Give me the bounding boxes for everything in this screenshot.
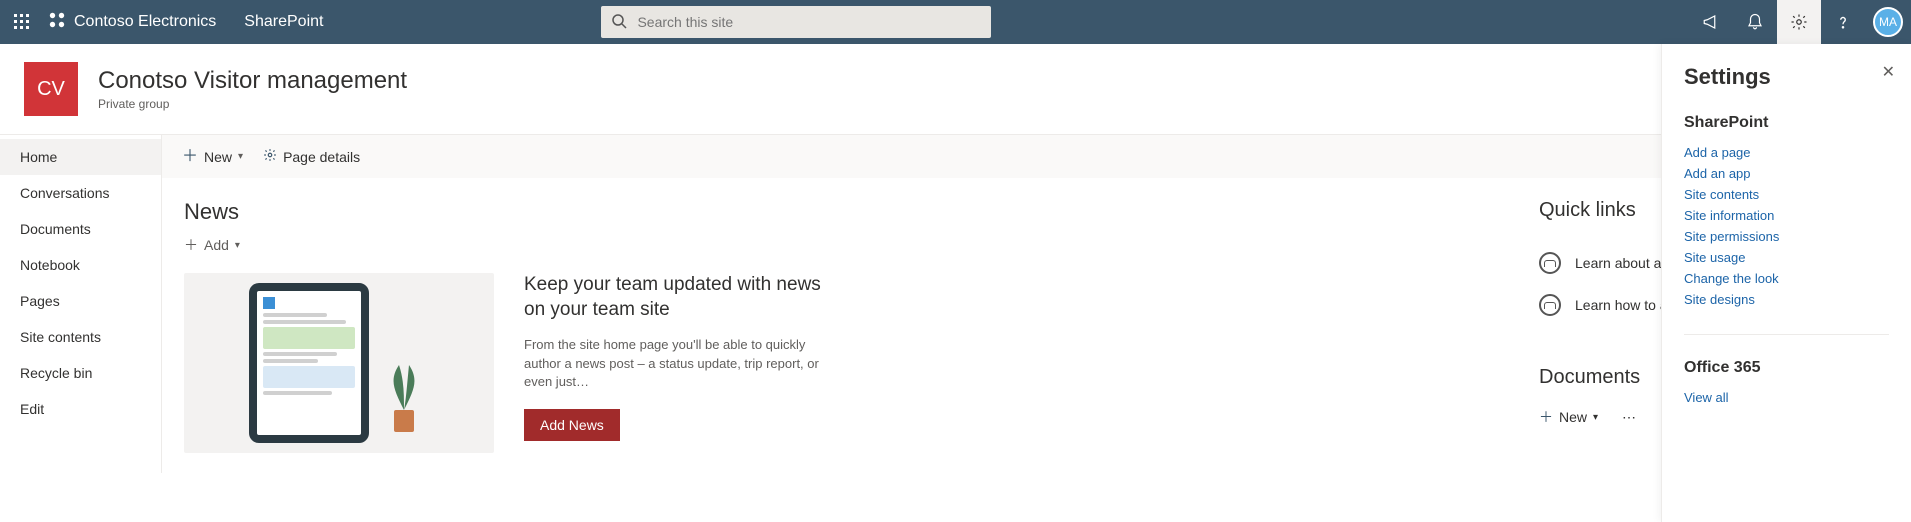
- settings-link[interactable]: Add an app: [1684, 163, 1889, 184]
- cmd-page-details-label: Page details: [283, 149, 360, 165]
- search-icon: [611, 13, 627, 32]
- main-area: ＋ New ▾ Page details News ＋ Add ▾: [162, 135, 1911, 473]
- plus-icon: ＋: [182, 149, 198, 165]
- plant-illustration: [379, 360, 429, 443]
- search-wrap: [601, 6, 991, 38]
- left-nav: Home Conversations Documents Notebook Pa…: [0, 135, 162, 473]
- settings-link[interactable]: Add a page: [1684, 142, 1889, 163]
- news-add-label: Add: [204, 237, 229, 253]
- content-row: Home Conversations Documents Notebook Pa…: [0, 134, 1911, 473]
- site-subtitle: Private group: [98, 97, 407, 111]
- cmd-page-details[interactable]: Page details: [263, 148, 360, 165]
- chevron-down-icon: ▾: [235, 240, 240, 251]
- suite-bar-right: MA: [1689, 0, 1911, 44]
- settings-gear-icon[interactable]: [1777, 0, 1821, 44]
- settings-link[interactable]: Site information: [1684, 205, 1889, 226]
- megaphone-icon[interactable]: [1689, 0, 1733, 44]
- documents-more[interactable]: ⋯: [1622, 409, 1636, 426]
- tablet-illustration: [249, 283, 369, 443]
- notifications-icon[interactable]: [1733, 0, 1777, 44]
- org-name: Contoso Electronics: [74, 13, 216, 31]
- globe-icon: [1539, 294, 1561, 316]
- app-launcher-icon[interactable]: [0, 0, 44, 44]
- site-title[interactable]: Conotso Visitor management: [98, 67, 407, 95]
- page-body: News ＋ Add ▾: [162, 179, 1911, 473]
- chevron-down-icon: ▾: [238, 151, 243, 162]
- add-news-button[interactable]: Add News: [524, 409, 620, 441]
- site-header: CV Conotso Visitor management Private gr…: [0, 44, 1911, 134]
- settings-link[interactable]: Change the look: [1684, 268, 1889, 289]
- settings-links-sharepoint: Add a page Add an app Site contents Site…: [1684, 142, 1889, 310]
- panel-divider: [1684, 334, 1889, 335]
- close-icon[interactable]: ✕: [1882, 62, 1895, 82]
- nav-site-contents[interactable]: Site contents: [0, 319, 161, 355]
- news-section: News ＋ Add ▾: [184, 199, 1479, 453]
- command-bar: ＋ New ▾ Page details: [162, 135, 1911, 179]
- settings-link[interactable]: Site permissions: [1684, 226, 1889, 247]
- app-name[interactable]: SharePoint: [226, 13, 341, 31]
- news-title: Keep your team updated with news on your…: [524, 273, 844, 322]
- settings-links-o365: View all: [1684, 387, 1889, 408]
- news-body: From the site home page you'll be able t…: [524, 336, 844, 391]
- documents-new-label: New: [1559, 409, 1587, 425]
- nav-home[interactable]: Home: [0, 139, 161, 175]
- settings-link[interactable]: Site usage: [1684, 247, 1889, 268]
- nav-documents[interactable]: Documents: [0, 211, 161, 247]
- settings-link[interactable]: View all: [1684, 387, 1889, 408]
- site-logo[interactable]: CV: [24, 62, 78, 116]
- settings-title: Settings: [1684, 64, 1889, 90]
- nav-conversations[interactable]: Conversations: [0, 175, 161, 211]
- cmd-new-label: New: [204, 149, 232, 165]
- nav-recycle-bin[interactable]: Recycle bin: [0, 355, 161, 391]
- chevron-down-icon: ▾: [1593, 412, 1598, 423]
- globe-icon: [1539, 252, 1561, 274]
- settings-link[interactable]: Site contents: [1684, 184, 1889, 205]
- settings-panel: ✕ Settings SharePoint Add a page Add an …: [1661, 44, 1911, 522]
- nav-pages[interactable]: Pages: [0, 283, 161, 319]
- news-text: Keep your team updated with news on your…: [524, 273, 844, 441]
- ellipsis-icon: ⋯: [1622, 409, 1636, 426]
- user-avatar[interactable]: MA: [1873, 7, 1903, 37]
- gear-icon: [263, 148, 277, 165]
- news-card: Keep your team updated with news on your…: [184, 273, 1479, 453]
- news-illustration: [184, 273, 494, 453]
- news-heading: News: [184, 199, 1479, 225]
- nav-edit[interactable]: Edit: [0, 391, 161, 427]
- suite-bar-left: Contoso Electronics SharePoint: [0, 0, 341, 44]
- org-logo-icon: [48, 11, 66, 34]
- documents-new[interactable]: ＋ New ▾: [1539, 407, 1598, 427]
- suite-bar: Contoso Electronics SharePoint MA: [0, 0, 1911, 44]
- org-logo-group[interactable]: Contoso Electronics: [44, 11, 226, 34]
- settings-link[interactable]: Site designs: [1684, 289, 1889, 310]
- documents-heading: Documents: [1539, 366, 1640, 389]
- nav-notebook[interactable]: Notebook: [0, 247, 161, 283]
- plus-icon: ＋: [1539, 407, 1553, 427]
- plus-icon: ＋: [184, 235, 198, 255]
- cmd-new[interactable]: ＋ New ▾: [182, 149, 243, 165]
- settings-section-o365: Office 365: [1684, 359, 1889, 377]
- news-add-button[interactable]: ＋ Add ▾: [184, 235, 240, 255]
- search-input[interactable]: [601, 6, 991, 38]
- help-icon[interactable]: [1821, 0, 1865, 44]
- settings-section-sharepoint: SharePoint: [1684, 114, 1889, 132]
